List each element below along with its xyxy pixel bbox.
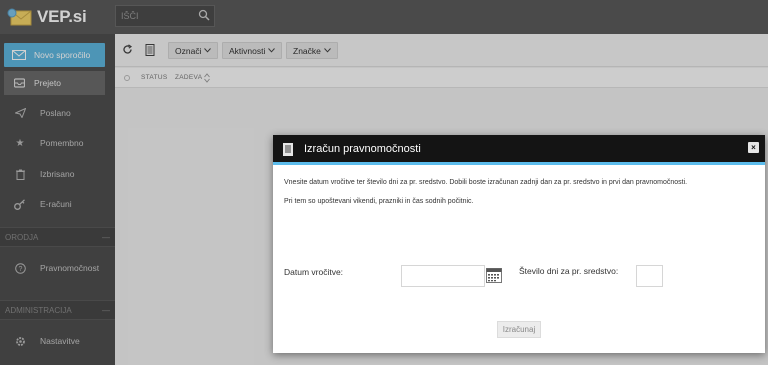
document-icon xyxy=(283,143,293,156)
dialog-description: Vnesite datum vročitve ter število dni z… xyxy=(284,179,688,186)
calculate-button[interactable]: Izračunaj xyxy=(497,321,541,338)
dialog-header: Izračun pravnomočnosti × xyxy=(273,135,765,165)
dialog-title: Izračun pravnomočnosti xyxy=(304,143,421,155)
close-button[interactable]: × xyxy=(748,142,759,153)
days-label: Število dni za pr. sredstvo: xyxy=(519,266,619,276)
date-field[interactable] xyxy=(401,265,485,287)
days-field[interactable] xyxy=(636,265,663,287)
dialog-note: Pri tem so upoštevani vikendi, prazniki … xyxy=(284,198,474,205)
calendar-icon[interactable] xyxy=(486,268,502,283)
legal-finality-dialog: Izračun pravnomočnosti × Vnesite datum v… xyxy=(273,135,765,353)
date-label: Datum vročitve: xyxy=(284,267,344,277)
